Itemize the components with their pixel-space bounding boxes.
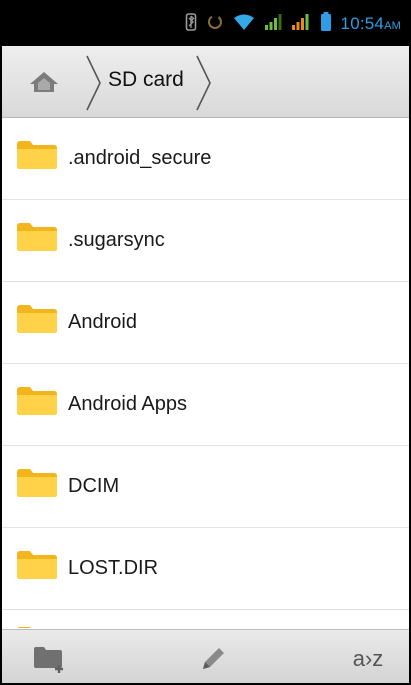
bottom-toolbar: a›z <box>2 629 409 683</box>
list-item-partial[interactable] <box>2 610 409 628</box>
folder-icon <box>17 305 57 333</box>
breadcrumb-separator-icon <box>196 55 211 111</box>
file-name: Android <box>68 311 137 333</box>
new-folder-button[interactable] <box>26 640 76 678</box>
status-clock: 10:54AM <box>341 14 401 34</box>
screen: 10:54AM SD card .android_secure .sugarsy… <box>0 0 411 685</box>
file-name: LOST.DIR <box>68 557 159 579</box>
status-bar: 10:54AM <box>2 2 409 46</box>
list-item[interactable]: LOST.DIR <box>2 528 409 610</box>
home-icon <box>30 72 58 92</box>
folder-icon <box>17 141 57 169</box>
file-name: .sugarsync <box>68 229 165 251</box>
list-item[interactable]: Android Apps <box>2 364 409 446</box>
battery-icon <box>320 12 332 36</box>
clock-ampm: AM <box>384 20 401 32</box>
breadcrumb-current[interactable]: SD card <box>108 68 184 92</box>
folder-icon <box>17 223 57 251</box>
breadcrumb-separator-icon <box>86 55 101 111</box>
folder-icon <box>17 469 57 497</box>
wifi-icon <box>233 13 255 35</box>
file-name: Android Apps <box>68 393 187 415</box>
sort-label: a›z <box>352 646 384 671</box>
home-button[interactable] <box>14 60 74 104</box>
bluetooth-icon <box>185 13 197 35</box>
pencil-icon <box>203 648 224 669</box>
list-item[interactable]: DCIM <box>2 446 409 528</box>
clock-time: 10:54 <box>340 14 385 33</box>
new-folder-icon <box>34 647 63 673</box>
file-name: .android_secure <box>68 147 212 169</box>
signal-icon <box>291 13 311 35</box>
folder-icon <box>17 551 57 579</box>
sync-icon <box>206 13 224 35</box>
list-item[interactable]: Android <box>2 282 409 364</box>
file-name: DCIM <box>68 475 120 497</box>
rename-button[interactable] <box>188 640 238 678</box>
folder-icon <box>17 627 31 628</box>
list-item[interactable]: .sugarsync <box>2 200 409 282</box>
signal-icon <box>264 13 282 35</box>
sort-button[interactable]: a›z <box>338 640 398 678</box>
file-list: .android_secure .sugarsync Android Andro… <box>2 118 409 628</box>
list-item[interactable]: .android_secure <box>2 118 409 200</box>
folder-icon <box>17 387 57 415</box>
breadcrumb-bar: SD card <box>2 46 409 118</box>
